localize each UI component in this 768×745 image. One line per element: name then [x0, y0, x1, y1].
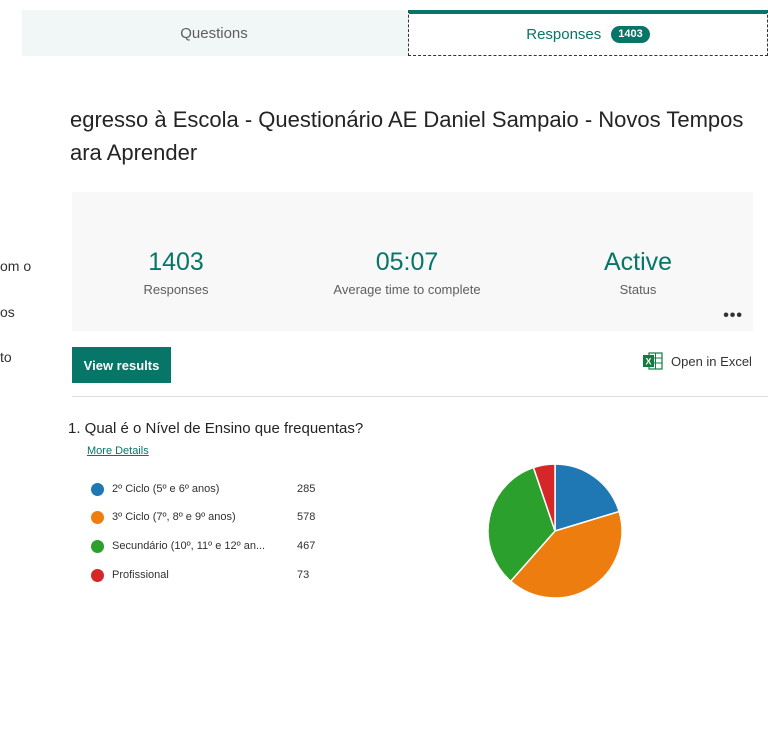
svg-text:X: X: [645, 357, 651, 367]
average-time-label: Average time to complete: [333, 282, 481, 297]
legend-count: 578: [297, 511, 316, 523]
average-time-stat: 05:07 Average time to complete: [307, 248, 507, 297]
left-panel-fragment-3: to: [0, 349, 12, 365]
legend-count: 285: [297, 483, 316, 495]
more-details-link[interactable]: More Details: [87, 445, 149, 457]
legend-swatch: [91, 510, 104, 524]
responses-count-badge: 1403: [611, 26, 650, 43]
status-stat: Active Status: [588, 248, 688, 297]
excel-icon: X: [643, 352, 663, 370]
tab-bar: Questions Responses 1403: [22, 10, 768, 56]
legend-label: 2º Ciclo (5º e 6º anos): [112, 483, 220, 495]
form-title: egresso à Escola - Questionário AE Danie…: [70, 103, 760, 169]
left-panel-fragment-2: os: [0, 304, 15, 320]
legend-swatch: [91, 482, 104, 496]
legend-item: Profissional 73: [91, 566, 309, 584]
legend-swatch: [91, 568, 104, 582]
status-label: Status: [619, 282, 657, 297]
legend-label: Profissional: [112, 569, 169, 581]
legend-item: Secundário (10º, 11º e 12º an... 467: [91, 537, 315, 555]
summary-panel: 1403 Responses 05:07 Average time to com…: [72, 192, 753, 331]
responses-stat-label: Responses: [143, 282, 209, 297]
tab-questions-label: Questions: [180, 24, 248, 42]
view-results-button[interactable]: View results: [72, 347, 171, 383]
view-results-label: View results: [83, 357, 160, 373]
legend-count: 467: [297, 540, 316, 552]
legend-item: 3º Ciclo (7º, 8º e 9º anos) 578: [91, 508, 315, 526]
ellipsis-icon[interactable]: •••: [723, 307, 743, 325]
tab-responses[interactable]: Responses 1403: [408, 10, 768, 56]
legend-label: Secundário (10º, 11º e 12º an...: [112, 540, 266, 552]
open-in-excel-button[interactable]: X Open in Excel: [643, 352, 752, 370]
form-title-line-2: ara Aprender: [70, 140, 198, 165]
legend-item: 2º Ciclo (5º e 6º anos) 285: [91, 480, 315, 498]
legend-label: 3º Ciclo (7º, 8º e 9º anos): [112, 511, 236, 523]
average-time-value: 05:07: [375, 248, 439, 276]
pie-chart: [487, 463, 623, 599]
divider: [72, 396, 768, 397]
left-panel-fragment-1: om o: [0, 258, 32, 274]
status-value: Active: [603, 248, 673, 276]
responses-stat-value: 1403: [148, 248, 204, 276]
form-title-line-1: egresso à Escola - Questionário AE Danie…: [70, 107, 744, 132]
open-in-excel-label: Open in Excel: [671, 353, 752, 369]
tab-questions[interactable]: Questions: [22, 10, 406, 56]
legend-count: 73: [297, 569, 310, 581]
responses-stat: 1403 Responses: [126, 248, 226, 297]
legend-swatch: [91, 539, 104, 553]
tab-responses-label: Responses: [526, 26, 602, 43]
question-title: 1. Qual é o Nível de Ensino que frequent…: [68, 420, 364, 437]
